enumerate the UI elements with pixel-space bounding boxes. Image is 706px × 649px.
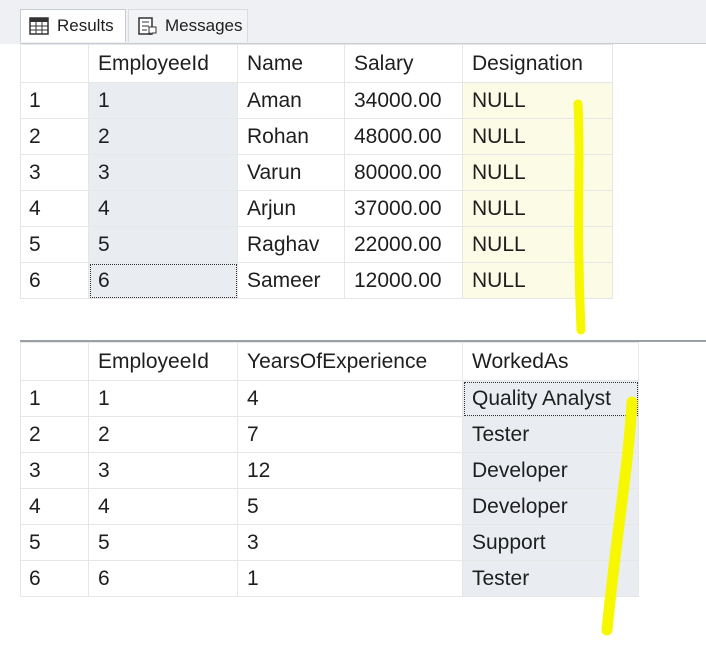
cell-employeeid[interactable]: 5: [88, 524, 238, 561]
row-number-header[interactable]: [20, 44, 89, 83]
experience-table: EmployeeId YearsOfExperience WorkedAs 1 …: [20, 342, 639, 597]
cell-yearsofexperience[interactable]: 7: [237, 416, 463, 453]
column-header-employeeid[interactable]: EmployeeId: [88, 342, 238, 381]
row-number[interactable]: 1: [20, 380, 89, 417]
tab-messages[interactable]: Messages: [128, 9, 248, 42]
row-number[interactable]: 1: [20, 82, 89, 119]
cell-name[interactable]: Raghav: [237, 226, 345, 263]
cell-workedas[interactable]: Tester: [462, 416, 639, 453]
cell-workedas[interactable]: Developer: [462, 452, 639, 489]
cell-name[interactable]: Aman: [237, 82, 345, 119]
cell-employeeid[interactable]: 2: [88, 118, 238, 155]
table-row[interactable]: 6 6 Sameer 12000.00 NULL: [20, 262, 613, 299]
table-row[interactable]: 1 1 4 Quality Analyst: [20, 380, 639, 417]
cell-employeeid[interactable]: 2: [88, 416, 238, 453]
cell-workedas[interactable]: Developer: [462, 488, 639, 525]
row-number[interactable]: 5: [20, 226, 89, 263]
cell-name[interactable]: Arjun: [237, 190, 345, 227]
table-row[interactable]: 3 3 12 Developer: [20, 452, 639, 489]
cell-designation[interactable]: NULL: [462, 226, 613, 263]
table-row[interactable]: 1 1 Aman 34000.00 NULL: [20, 82, 613, 119]
cell-salary[interactable]: 37000.00: [344, 190, 463, 227]
row-number[interactable]: 2: [20, 118, 89, 155]
cell-salary[interactable]: 48000.00: [344, 118, 463, 155]
header-row: EmployeeId Name Salary Designation: [20, 44, 613, 83]
row-number[interactable]: 4: [20, 190, 89, 227]
column-header-designation[interactable]: Designation: [462, 44, 613, 83]
column-header-yearsofexperience[interactable]: YearsOfExperience: [237, 342, 463, 381]
row-number[interactable]: 2: [20, 416, 89, 453]
cell-workedas[interactable]: Support: [462, 524, 639, 561]
grid-icon: [29, 17, 49, 35]
column-header-salary[interactable]: Salary: [344, 44, 463, 83]
column-header-workedas[interactable]: WorkedAs: [462, 342, 639, 381]
cell-salary[interactable]: 22000.00: [344, 226, 463, 263]
cell-name[interactable]: Rohan: [237, 118, 345, 155]
cell-designation[interactable]: NULL: [462, 154, 613, 191]
row-number[interactable]: 5: [20, 524, 89, 561]
row-number[interactable]: 3: [20, 154, 89, 191]
row-number[interactable]: 3: [20, 452, 89, 489]
header-row: EmployeeId YearsOfExperience WorkedAs: [20, 342, 639, 381]
cell-yearsofexperience[interactable]: 4: [237, 380, 463, 417]
cell-designation[interactable]: NULL: [462, 82, 613, 119]
cell-employeeid[interactable]: 3: [88, 154, 238, 191]
row-number[interactable]: 4: [20, 488, 89, 525]
table-row[interactable]: 4 4 5 Developer: [20, 488, 639, 525]
table-row[interactable]: 2 2 Rohan 48000.00 NULL: [20, 118, 613, 155]
table-row[interactable]: 5 5 3 Support: [20, 524, 639, 561]
cell-employeeid[interactable]: 6: [88, 560, 238, 597]
table-row[interactable]: 2 2 7 Tester: [20, 416, 639, 453]
cell-employeeid-selected[interactable]: 6: [88, 262, 238, 299]
column-header-name[interactable]: Name: [237, 44, 345, 83]
result-grid-1[interactable]: EmployeeId Name Salary Designation 1 1 A…: [20, 43, 706, 339]
employee-table: EmployeeId Name Salary Designation 1 1 A…: [20, 44, 613, 299]
cell-employeeid[interactable]: 4: [88, 190, 238, 227]
cell-designation[interactable]: NULL: [462, 190, 613, 227]
cell-employeeid[interactable]: 3: [88, 452, 238, 489]
cell-employeeid[interactable]: 1: [88, 82, 238, 119]
row-number[interactable]: 6: [20, 560, 89, 597]
row-number[interactable]: 6: [20, 262, 89, 299]
cell-employeeid[interactable]: 5: [88, 226, 238, 263]
cell-employeeid[interactable]: 4: [88, 488, 238, 525]
result-grid-2[interactable]: EmployeeId YearsOfExperience WorkedAs 1 …: [20, 340, 706, 649]
cell-name[interactable]: Sameer: [237, 262, 345, 299]
row-number-header[interactable]: [20, 342, 89, 381]
cell-employeeid[interactable]: 1: [88, 380, 238, 417]
cell-designation[interactable]: NULL: [462, 118, 613, 155]
cell-yearsofexperience[interactable]: 5: [237, 488, 463, 525]
results-tabbar: Results Messages: [0, 0, 706, 44]
cell-yearsofexperience[interactable]: 3: [237, 524, 463, 561]
cell-salary[interactable]: 12000.00: [344, 262, 463, 299]
cell-yearsofexperience[interactable]: 1: [237, 560, 463, 597]
tab-results-label: Results: [57, 16, 114, 35]
cell-workedas[interactable]: Tester: [462, 560, 639, 597]
messages-icon: [137, 17, 157, 37]
cell-yearsofexperience[interactable]: 12: [237, 452, 463, 489]
cell-name[interactable]: Varun: [237, 154, 345, 191]
cell-salary[interactable]: 80000.00: [344, 154, 463, 191]
tab-results[interactable]: Results: [20, 9, 126, 42]
table-row[interactable]: 5 5 Raghav 22000.00 NULL: [20, 226, 613, 263]
column-header-employeeid[interactable]: EmployeeId: [88, 44, 238, 83]
table-row[interactable]: 6 6 1 Tester: [20, 560, 639, 597]
tab-messages-label: Messages: [165, 16, 243, 35]
table-row[interactable]: 4 4 Arjun 37000.00 NULL: [20, 190, 613, 227]
table-row[interactable]: 3 3 Varun 80000.00 NULL: [20, 154, 613, 191]
cell-designation[interactable]: NULL: [462, 262, 613, 299]
cell-salary[interactable]: 34000.00: [344, 82, 463, 119]
cell-workedas-selected[interactable]: Quality Analyst: [462, 380, 639, 417]
